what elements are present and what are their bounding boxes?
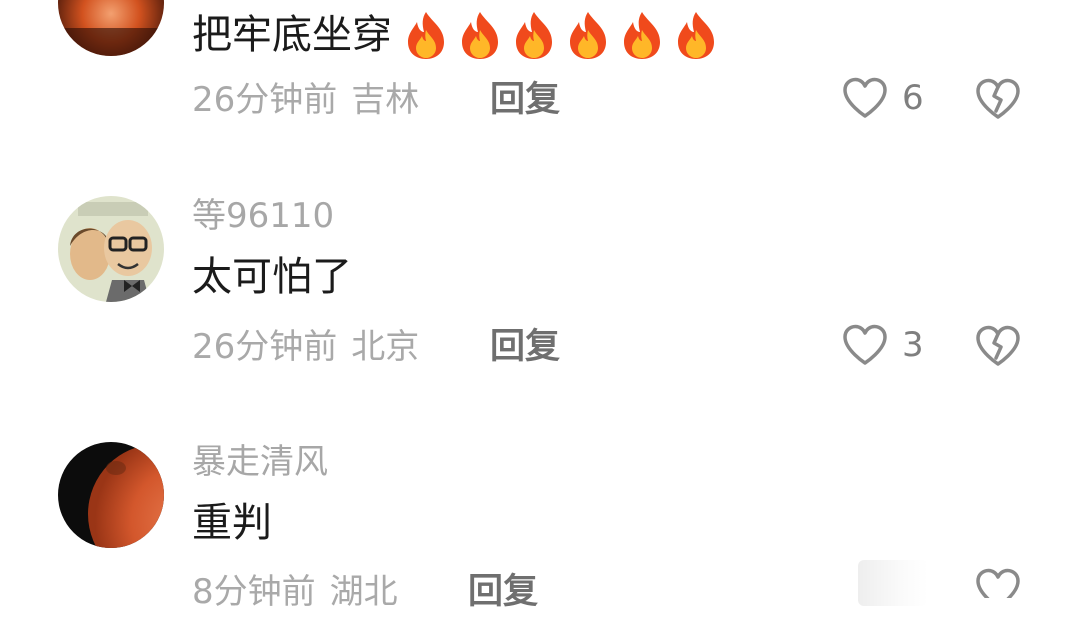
comment-text: 太可怕了 <box>192 254 352 300</box>
avatar-image <box>58 442 164 548</box>
like-button[interactable]: 3 <box>842 324 924 366</box>
heart-outline-icon <box>843 77 887 118</box>
comment-time: 26分钟前 <box>192 327 338 367</box>
dislike-button[interactable] <box>975 325 1021 371</box>
broken-heart-icon <box>976 325 1020 366</box>
broken-heart-icon <box>976 78 1020 119</box>
comment-text-content: 把牢底坐穿 <box>192 12 392 58</box>
fire-emoji-icon <box>462 12 498 59</box>
comment-list: 把牢底坐穿 26分钟前 吉林 回复 6 等96110 太可怕了 26分钟前 北京… <box>0 0 1078 634</box>
comment-meta: 8分钟前 湖北 <box>192 572 398 612</box>
comment-meta: 26分钟前 北京 <box>192 327 419 367</box>
fire-emoji-icon <box>516 12 552 59</box>
fire-emoji-icon <box>570 12 606 59</box>
comment-location: 北京 <box>351 327 420 367</box>
comment-text-content: 太可怕了 <box>192 254 352 300</box>
avatar-image <box>58 0 164 56</box>
emoji-row <box>396 10 720 60</box>
comment-time: 26分钟前 <box>192 80 338 120</box>
reply-button[interactable]: 回复 <box>490 80 560 120</box>
fire-emoji-icon <box>678 12 714 59</box>
comment-location: 湖北 <box>329 572 398 612</box>
like-count: 3 <box>902 325 924 365</box>
comment-username[interactable]: 等96110 <box>192 196 334 236</box>
broken-heart-icon <box>976 568 1020 598</box>
comment-username[interactable]: 暴走清风 <box>192 442 328 482</box>
like-button[interactable]: 6 <box>842 77 924 119</box>
avatar[interactable] <box>58 0 164 56</box>
reply-button[interactable]: 回复 <box>468 572 538 612</box>
heart-outline-icon <box>843 324 887 365</box>
like-count: 6 <box>902 78 924 118</box>
avatar[interactable] <box>58 442 164 548</box>
comment-location: 吉林 <box>351 80 420 120</box>
dislike-button[interactable] <box>975 568 1021 598</box>
comment-text: 把牢底坐穿 <box>192 10 720 60</box>
comment-time: 8分钟前 <box>192 572 316 612</box>
reply-button[interactable]: 回复 <box>490 327 560 367</box>
comment-item: 等96110 太可怕了 26分钟前 北京 回复 3 <box>0 190 1078 390</box>
comment-text: 重判 <box>192 500 272 546</box>
blurred-like-button[interactable] <box>858 560 928 606</box>
avatar-image <box>58 196 164 302</box>
comment-item: 把牢底坐穿 26分钟前 吉林 回复 6 <box>0 0 1078 140</box>
dislike-button[interactable] <box>975 78 1021 124</box>
avatar[interactable] <box>58 196 164 302</box>
fire-emoji-icon <box>408 12 444 59</box>
fire-emoji-icon <box>624 12 660 59</box>
comment-text-content: 重判 <box>192 500 272 546</box>
comment-meta: 26分钟前 吉林 <box>192 80 419 120</box>
